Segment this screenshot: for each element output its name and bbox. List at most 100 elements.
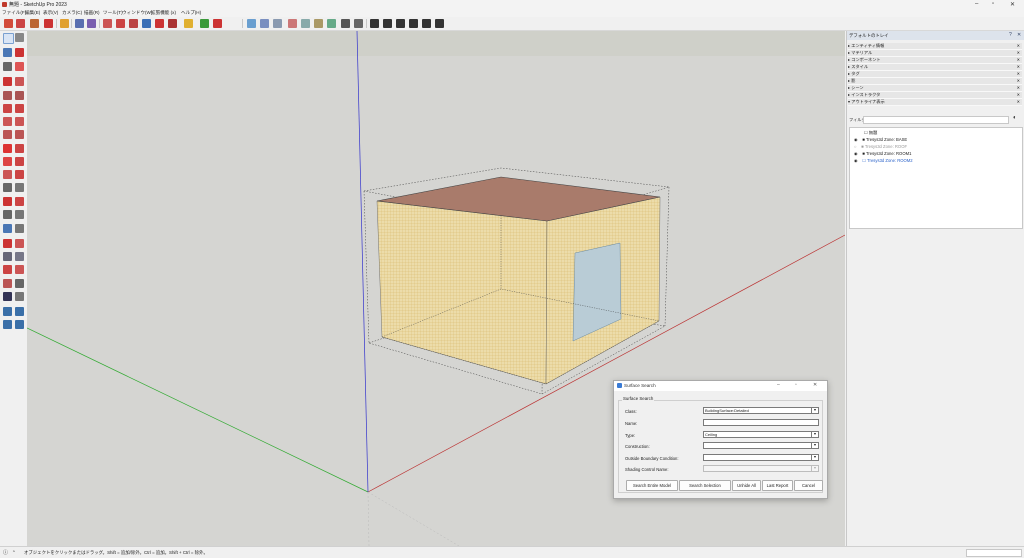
polygon-icon[interactable] [15,104,24,113]
last-scene-icon[interactable] [435,19,444,28]
tray-section-instructor[interactable]: ▸ インストラクタ ✕ [848,92,1022,99]
zoom-extents-icon[interactable] [3,265,12,274]
zoom-icon[interactable] [3,252,12,261]
search-selection-button[interactable]: Search Selection [679,480,731,491]
filter-input[interactable] [863,116,1009,124]
arc3-icon[interactable] [3,130,12,139]
tool-icon-1[interactable] [4,19,13,28]
tool-icon-9[interactable] [116,19,125,28]
dialog-minimize-icon[interactable]: – [777,382,780,388]
type-dropdown[interactable]: Ceiling ▼ [703,431,819,438]
push-pull-icon[interactable] [15,144,24,153]
tool-icon-4[interactable] [44,19,53,28]
sandbox4-icon[interactable] [15,320,24,329]
select-tool-icon[interactable] [3,33,14,44]
tray-section-styles[interactable]: ▸ スタイル ✕ [848,64,1022,71]
freehand-icon[interactable] [15,77,24,86]
close-icon[interactable]: ✕ [1010,1,1015,8]
style-shaded-icon[interactable] [327,19,336,28]
menu-tools[interactable]: ツール(T) [103,10,123,16]
measurements-box[interactable] [966,549,1022,557]
chevron-down-icon[interactable]: ▼ [811,408,818,413]
pie-icon[interactable] [15,130,24,139]
dimension-icon[interactable] [15,183,24,192]
tray-section-outliner[interactable]: ▾ アウトライナ表示 ✕ [848,99,1022,106]
section-close-icon[interactable]: ✕ [1017,64,1020,70]
tool-icon-15[interactable] [200,19,209,28]
info-icon[interactable]: ⓘ [3,549,8,556]
3d-text-icon[interactable] [15,210,24,219]
tray-section-scenes[interactable]: ▸ シーン ✕ [848,85,1022,92]
style-texture-icon[interactable] [341,19,350,28]
tape-measure-icon[interactable] [3,183,12,192]
rotate-icon[interactable] [3,157,12,166]
section-close-icon[interactable]: ✕ [1017,71,1020,77]
animation-icon[interactable] [370,19,379,28]
circle-icon[interactable] [3,104,12,113]
orbit-icon[interactable] [3,239,12,248]
eraser-icon[interactable] [15,62,24,71]
section-close-icon[interactable]: ✕ [1017,92,1020,98]
protractor-icon[interactable] [3,197,12,206]
tool-icon-2[interactable] [16,19,25,28]
outliner-options-icon[interactable]: ◐ [1013,115,1017,121]
menu-file[interactable]: ファイル(F) [2,10,26,16]
menu-help[interactable]: ヘルプ(H) [181,10,201,16]
style-mono-icon[interactable] [354,19,363,28]
arc-icon[interactable] [3,117,12,126]
section-close-icon[interactable]: ✕ [1017,50,1020,56]
menu-extensions[interactable]: 拡張機能 (x) [151,10,176,16]
eye-hidden-icon[interactable]: ○ [854,144,857,149]
tray-help-icon[interactable]: ? [1009,32,1012,38]
tool-icon-12[interactable] [155,19,164,28]
user-icon[interactable]: ◔ [12,549,15,555]
menu-window[interactable]: ウィンドウ(W) [122,10,152,16]
view-front-icon[interactable] [273,19,282,28]
chevron-down-icon[interactable]: ▼ [811,455,818,460]
tool-icon-16[interactable] [213,19,222,28]
tray-section-components[interactable]: ▸ コンポーネント ✕ [848,57,1022,64]
chevron-down-icon[interactable]: ▼ [811,443,818,448]
tool-icon-10[interactable] [129,19,138,28]
tray-close-icon[interactable]: ✕ [1017,32,1021,38]
outliner-root[interactable]: ☐ 無題 [864,130,877,136]
tool-icon-11[interactable] [142,19,151,28]
line-tool-icon[interactable] [3,77,12,86]
section-close-icon[interactable]: ✕ [1017,78,1020,84]
tool-icon-3[interactable] [30,19,39,28]
pan-icon[interactable] [15,239,24,248]
outliner-item[interactable]: ◉ ■ Tresys3d Zone: BASE [854,137,907,142]
outliner-item[interactable]: ○ ■ Tresys3d Zone: ROOF [854,144,907,149]
section-close-icon[interactable]: ✕ [1017,43,1020,49]
eye-visible-icon[interactable]: ◉ [854,137,858,142]
menu-view[interactable]: 表示(V) [43,10,58,16]
tool-icon-6[interactable] [75,19,84,28]
dialog-close-icon[interactable]: ✕ [813,382,817,388]
arc2-icon[interactable] [15,117,24,126]
section-display-icon[interactable] [15,292,24,301]
section-close-icon[interactable]: ✕ [1017,85,1020,91]
tool-icon-5[interactable] [60,19,69,28]
front-wall[interactable] [376,200,548,385]
view-iso-icon[interactable] [247,19,256,28]
search-entire-model-button[interactable]: Search Entire Model [626,480,678,491]
sandbox2-icon[interactable] [15,307,24,316]
look-around-icon[interactable] [3,292,12,301]
prev-scene-icon[interactable] [396,19,405,28]
offset-icon[interactable] [15,170,24,179]
tray-section-tags[interactable]: ▸ タグ ✕ [848,71,1022,78]
outliner-item[interactable]: ◉ ■ Tresys3d Zone: ROOM1 [854,151,911,156]
text2-icon[interactable] [15,224,24,233]
tray-section-materials[interactable]: ▸ マテリアル ✕ [848,50,1022,57]
first-scene-icon[interactable] [383,19,392,28]
position-camera-icon[interactable] [3,279,12,288]
unhide-all-button[interactable]: Unhide All [732,480,761,491]
eye-visible-icon[interactable]: ◉ [854,151,858,156]
section-close-icon[interactable]: ✕ [1017,57,1020,63]
name-input[interactable] [703,419,819,426]
style-xray-icon[interactable] [288,19,297,28]
previous-view-icon[interactable] [15,265,24,274]
view-top-icon[interactable] [260,19,269,28]
chevron-down-icon[interactable]: ▼ [811,432,818,437]
section-plane-icon[interactable] [3,224,12,233]
